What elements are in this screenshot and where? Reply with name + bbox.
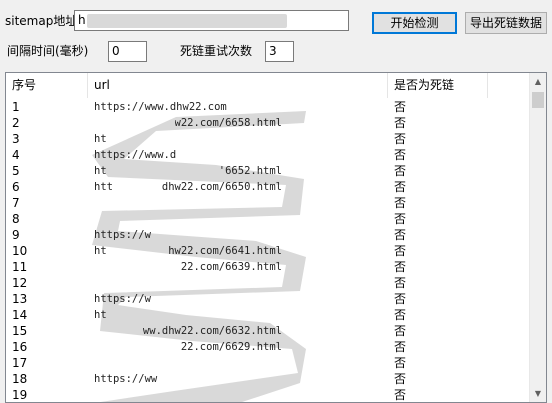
row-index: 14 xyxy=(12,308,28,322)
url-fragment: https://www.d xyxy=(94,149,177,161)
row-is-dead: 否 xyxy=(394,324,407,338)
row-is-dead: 否 xyxy=(394,196,407,210)
table-row[interactable]: 19 否 xyxy=(6,387,529,402)
sitemap-label: sitemap地址 xyxy=(5,14,78,28)
vertical-scrollbar[interactable]: ▲ ▼ xyxy=(529,73,546,402)
row-index: 3 xyxy=(12,132,20,146)
url-fragment: '6652.html xyxy=(218,165,282,177)
row-is-dead: 否 xyxy=(394,228,407,242)
table-row[interactable]: 17 否 xyxy=(6,355,529,371)
export-dead-links-button[interactable]: 导出死链数据 xyxy=(465,12,547,34)
sitemap-url-value: h xyxy=(78,13,86,27)
url-fragment: https://ww xyxy=(94,373,158,385)
row-index: 4 xyxy=(12,148,20,162)
row-index: 8 xyxy=(12,212,20,226)
row-index: 10 xyxy=(12,244,28,258)
url-fragment: 22.com/6629.html xyxy=(180,341,282,353)
row-index: 9 xyxy=(12,228,20,242)
url-fragment: w22.com/6658.html xyxy=(174,117,282,129)
url-fragment: ht xyxy=(94,133,107,145)
redacted-blur xyxy=(87,14,287,28)
row-is-dead: 否 xyxy=(394,100,407,114)
url-fragment: dhw22.com/6650.html xyxy=(161,181,282,193)
url-fragment: ht xyxy=(94,309,107,321)
row-index: 16 xyxy=(12,340,28,354)
row-index: 7 xyxy=(12,196,20,210)
row-is-dead: 否 xyxy=(394,148,407,162)
row-index: 18 xyxy=(12,372,28,386)
table-row[interactable]: 1 https://www.dhw22.com 否 xyxy=(6,99,529,115)
row-is-dead: 否 xyxy=(394,292,407,306)
url-fragment: 22.com/6639.html xyxy=(180,261,282,273)
row-is-dead: 否 xyxy=(394,164,407,178)
row-url: https://www.dhw22.com xyxy=(94,101,227,113)
row-is-dead: 否 xyxy=(394,116,407,130)
interval-label: 间隔时间(毫秒) xyxy=(7,44,89,58)
column-header-is-dead[interactable]: 是否为死链 xyxy=(388,73,488,98)
row-is-dead: 否 xyxy=(394,132,407,146)
url-fragment: https://w xyxy=(94,293,151,305)
row-index: 15 xyxy=(12,324,28,338)
row-index: 1 xyxy=(12,100,20,114)
row-index: 2 xyxy=(12,116,20,130)
row-is-dead: 否 xyxy=(394,180,407,194)
grid-header: 序号 url 是否为死链 xyxy=(6,73,529,99)
row-index: 17 xyxy=(12,356,28,370)
scroll-up-arrow-icon[interactable]: ▲ xyxy=(530,73,546,90)
row-is-dead: 否 xyxy=(394,244,407,258)
scroll-thumb[interactable] xyxy=(532,92,544,108)
row-is-dead: 否 xyxy=(394,308,407,322)
row-index: 19 xyxy=(12,388,28,402)
url-fragment: hw22.com/6641.html xyxy=(168,245,282,257)
row-is-dead: 否 xyxy=(394,276,407,290)
start-check-button[interactable]: 开始检测 xyxy=(372,12,457,34)
row-is-dead: 否 xyxy=(394,372,407,386)
row-index: 11 xyxy=(12,260,28,274)
row-index: 13 xyxy=(12,292,28,306)
table-row[interactable]: 8否 xyxy=(6,211,529,227)
scroll-down-arrow-icon[interactable]: ▼ xyxy=(530,385,546,402)
retry-count-input[interactable]: 3 xyxy=(265,41,294,62)
table-row[interactable]: 7否 xyxy=(6,195,529,211)
url-fragment: https://w xyxy=(94,229,151,241)
column-header-url[interactable]: url xyxy=(88,73,388,98)
row-index: 12 xyxy=(12,276,28,290)
row-index: 5 xyxy=(12,164,20,178)
retry-label: 死链重试次数 xyxy=(180,44,253,58)
sitemap-url-input[interactable]: h xyxy=(74,10,349,31)
row-is-dead: 否 xyxy=(394,212,407,226)
url-fragment: ww.dhw22.com/6632.html xyxy=(142,325,282,337)
interval-input[interactable]: 0 xyxy=(108,41,147,62)
row-is-dead: 否 xyxy=(394,260,407,274)
row-is-dead: 否 xyxy=(394,388,407,402)
column-header-index[interactable]: 序号 xyxy=(6,73,88,98)
row-is-dead: 否 xyxy=(394,356,407,370)
results-grid[interactable]: 序号 url 是否为死链 1 https://www.dhw22.com 否 2 否 3 否… xyxy=(5,72,547,403)
table-row[interactable]: 12 否 xyxy=(6,275,529,291)
row-index: 6 xyxy=(12,180,20,194)
row-is-dead: 否 xyxy=(394,340,407,354)
